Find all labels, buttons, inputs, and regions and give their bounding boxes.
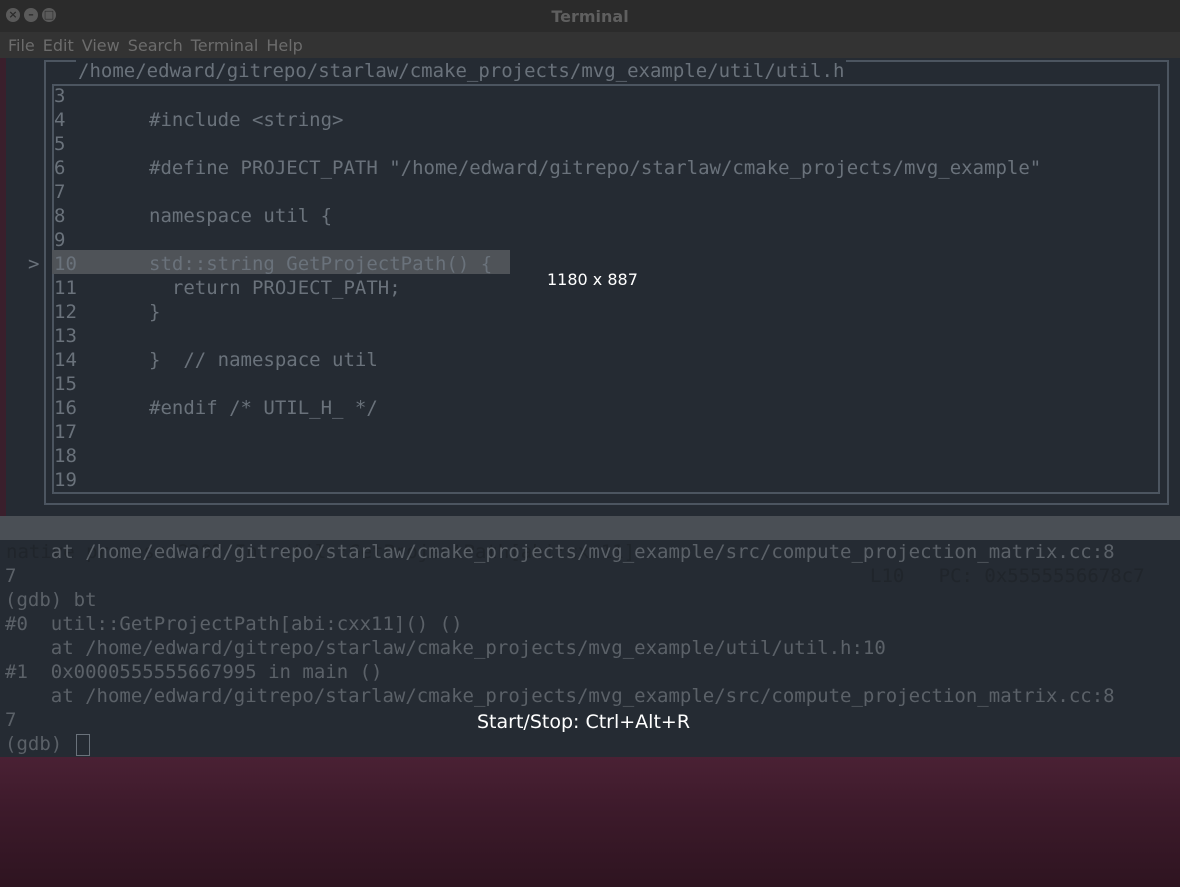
gdb-line-text: (gdb) — [5, 733, 74, 755]
line-number: 18 — [54, 445, 77, 467]
terminal-content[interactable]: /home/edward/gitrepo/starlaw/cmake_proje… — [0, 58, 1180, 757]
gdb-output-line: (gdb) — [5, 732, 90, 756]
recorder-hint-overlay: Start/Stop: Ctrl+Alt+R — [477, 711, 691, 733]
left-gutter — [0, 58, 6, 518]
maximize-icon[interactable]: □ — [42, 8, 56, 22]
gdb-output-line: at /home/edward/gitrepo/starlaw/cmake_pr… — [5, 540, 1115, 564]
line-number: 5 — [54, 133, 66, 155]
title-bar: × – □ Terminal — [0, 0, 1180, 32]
menu-edit[interactable]: Edit — [39, 36, 78, 55]
gdb-output-line: at /home/edward/gitrepo/starlaw/cmake_pr… — [5, 636, 886, 660]
menu-help[interactable]: Help — [262, 36, 306, 55]
menu-terminal[interactable]: Terminal — [187, 36, 263, 55]
menu-bar: File Edit View Search Terminal Help — [0, 32, 1180, 58]
source-file-path: /home/edward/gitrepo/starlaw/cmake_proje… — [76, 58, 847, 84]
terminal-window: × – □ Terminal File Edit View Search Ter… — [0, 0, 1180, 757]
gdb-output-line: at /home/edward/gitrepo/starlaw/cmake_pr… — [5, 684, 1115, 708]
line-number: 3 — [54, 85, 66, 107]
gdb-output-line: 7 — [5, 708, 16, 732]
menu-file[interactable]: File — [4, 36, 39, 55]
dimensions-overlay: 1180 x 887 — [547, 270, 638, 289]
line-number: 14 — [54, 349, 77, 371]
current-line-marker: > — [28, 253, 40, 275]
line-code: std::string GetProjectPath() { — [149, 253, 493, 275]
line-number: 13 — [54, 325, 77, 347]
menu-search[interactable]: Search — [124, 36, 187, 55]
gdb-output-line: 7 — [5, 564, 16, 588]
line-number: 9 — [54, 229, 66, 251]
line-code: } — [149, 301, 161, 323]
line-number: 12 — [54, 301, 77, 323]
line-number: 6 — [54, 157, 66, 179]
line-code: } // namespace util — [149, 349, 378, 371]
gdb-line-text: at /home/edward/gitrepo/starlaw/cmake_pr… — [5, 685, 1115, 707]
gdb-output-line: (gdb) bt — [5, 588, 97, 612]
line-code: namespace util { — [149, 205, 333, 227]
line-code: return PROJECT_PATH; — [149, 277, 401, 299]
line-number: 8 — [54, 205, 66, 227]
gdb-output-line: #0 util::GetProjectPath[abi:cxx11]() () — [5, 612, 463, 636]
line-number: 16 — [54, 397, 77, 419]
status-location: L10 PC: 0x5555556678c7 — [870, 565, 1145, 587]
line-code: #define PROJECT_PATH "/home/edward/gitre… — [149, 157, 1042, 179]
close-icon[interactable]: × — [6, 8, 20, 22]
gdb-line-text: #0 util::GetProjectPath[abi:cxx11]() () — [5, 613, 463, 635]
line-number: 15 — [54, 373, 77, 395]
gdb-line-text: 7 — [5, 709, 17, 731]
desktop-background — [0, 757, 1180, 887]
window-title: Terminal — [551, 6, 629, 26]
line-code: #include <string> — [149, 109, 344, 131]
line-number: 11 — [54, 277, 77, 299]
line-number: 4 — [54, 109, 66, 131]
text-cursor[interactable] — [75, 733, 90, 756]
menu-view[interactable]: View — [78, 36, 124, 55]
gdb-line-text: (gdb) bt — [5, 589, 97, 611]
line-number: 17 — [54, 421, 77, 443]
minimize-icon[interactable]: – — [24, 8, 38, 22]
gdb-line-text: at /home/edward/gitrepo/starlaw/cmake_pr… — [5, 637, 886, 659]
gdb-line-text: 7 — [5, 565, 17, 587]
gdb-line-text: at /home/edward/gitrepo/starlaw/cmake_pr… — [5, 541, 1115, 563]
gdb-line-text: #1 0x0000555555667995 in main () — [5, 661, 383, 683]
status-bar: native process 2292 In: util::GetProject… — [0, 516, 1180, 587]
gdb-output-line: #1 0x0000555555667995 in main () — [5, 660, 383, 684]
line-code: #endif /* UTIL_H_ */ — [149, 397, 378, 419]
line-number: 7 — [54, 181, 66, 203]
line-number: 19 — [54, 469, 77, 491]
window-controls: × – □ — [6, 8, 56, 22]
line-number: 10 — [54, 253, 77, 275]
